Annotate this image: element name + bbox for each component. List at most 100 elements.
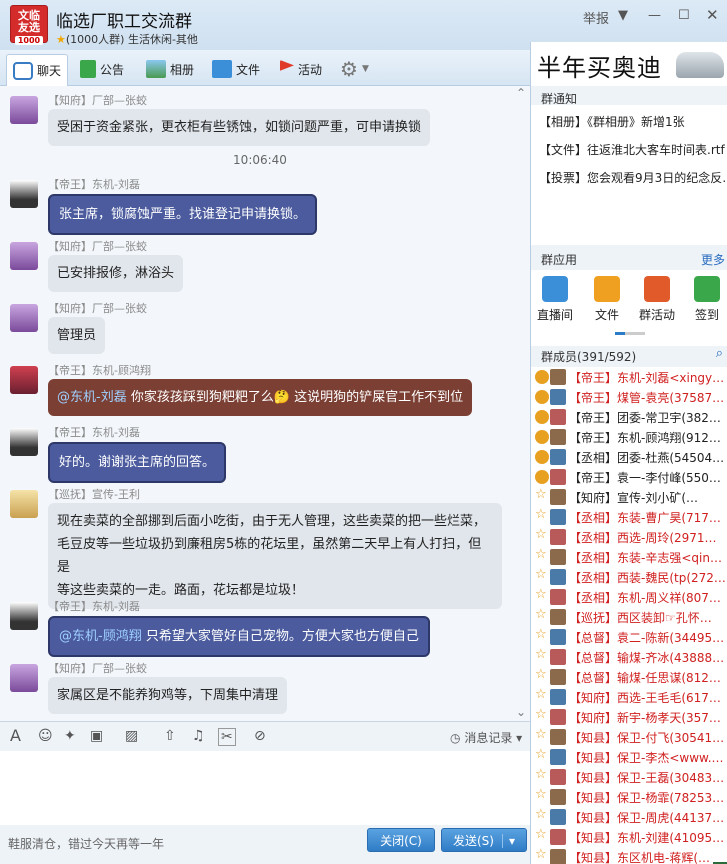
member-item[interactable]: ☆ 【知县】东区机电-蒋辉(… [531,847,727,864]
notice-item[interactable]: 【文件】往返淮北大客车时间表.rtf [539,141,725,158]
menu-dropdown-icon[interactable]: ▼ [618,8,628,23]
avatar[interactable] [10,304,38,332]
ad-banner[interactable]: 半年买奥迪 [531,42,727,86]
tab-files[interactable]: 文件 [206,54,266,84]
member-list[interactable]: 【帝王】东机-刘磊<xingy… 【帝王】煤管-袁亮(37587… 【帝王】团委-常… [531,367,727,864]
member-rank-icon [535,450,549,464]
member-item[interactable]: 【帝王】东机-顾鸿翔(912… [531,427,727,447]
app-files[interactable]: 文件 [585,276,629,323]
avatar[interactable] [10,428,38,456]
member-item[interactable]: ☆ 【知县】保卫-杨霏(78253… [531,787,727,807]
message-history-button[interactable]: ◷ 消息记录 ▾ [450,729,522,746]
star-icon: ☆ [535,727,547,742]
member-item[interactable]: ☆ 【巡抚】西区装卸☞孔怀… [531,607,727,627]
notice-item[interactable]: 【相册】《群相册》新增1张 [539,113,725,130]
search-icon[interactable]: ⌕ [716,346,723,361]
report-link[interactable]: 举报 [583,8,609,27]
photo-icon [146,60,166,78]
clock-icon: ◷ [450,731,461,745]
member-item[interactable]: ☆ 【知府】新宇-杨孝天(357… [531,707,727,727]
message-sender: 【帝王】东机-刘磊 [48,426,140,439]
magic-wand-icon[interactable]: ✦ [64,728,76,744]
member-name: 【总督】输煤-任思谋(812… [569,671,721,685]
close-icon[interactable]: ✕ [706,6,719,24]
member-item[interactable]: ☆ 【丞相】西装-魏民(tp(272… [531,567,727,587]
mention-link[interactable]: @东机-顾鸿翔 [59,629,142,644]
member-item[interactable]: ☆ 【丞相】东装-辛志强<qin… [531,547,727,567]
tab-chat[interactable]: 聊天 [6,54,69,86]
activity-flag-icon [280,60,294,71]
image-icon[interactable]: ▨ [125,728,138,744]
member-name: 【总督】袁二-陈新(34495… [569,631,725,645]
member-item[interactable]: ☆ 【总督】输煤-任思谋(812… [531,667,727,687]
member-item[interactable]: ☆ 【知县】保卫-李杰<www.… [531,747,727,767]
member-item[interactable]: ☆ 【丞相】西选-周玲(2971… [531,527,727,547]
app-live[interactable]: 直播间 [533,276,577,323]
member-item[interactable]: ☆ 【丞相】东机-周义祥(807… [531,587,727,607]
signature-text[interactable]: 鞋服清仓，错过今天再等一年 [8,835,164,852]
bottom-bar: 鞋服清仓，错过今天再等一年 关闭(C) 发送(S) ▾ [0,825,530,864]
avatar[interactable] [10,490,38,518]
message-sender: 【知府】厂部—张蛟 [48,662,147,675]
maximize-icon[interactable]: ☐ [678,8,690,23]
message-input[interactable] [0,751,530,825]
folder-icon [212,60,232,78]
member-item[interactable]: ☆ 【知府】宣传-刘小矿(… [531,487,727,507]
minimize-icon[interactable]: — [648,8,661,23]
music-icon[interactable]: ♫ [192,728,205,744]
group-avatar[interactable]: 文临 友选 1000 [10,5,48,45]
flag-icon [80,60,96,78]
collapse-down-icon[interactable]: ⌄ [516,705,526,719]
avatar[interactable] [10,366,38,394]
avatar[interactable] [10,180,38,208]
member-item[interactable]: ☆ 【总督】输煤-齐冰(43888… [531,647,727,667]
tab-announcement[interactable]: 公告 [74,54,130,84]
member-item[interactable]: ☆ 【知县】东机-刘建(41095… [531,827,727,847]
member-item[interactable]: 【帝王】东机-刘磊<xingy… [531,367,727,387]
member-name: 【知县】保卫-周虎(44137… [569,811,725,825]
close-button[interactable]: 关闭(C) [367,828,435,852]
screenshot-icon[interactable]: ✂ [218,728,236,746]
member-item[interactable]: ☆ 【知县】保卫-王磊(30483… [531,767,727,787]
send-button[interactable]: 发送(S) ▾ [441,828,527,852]
member-item[interactable]: ☆ 【总督】袁二-陈新(34495… [531,627,727,647]
app-checkin[interactable]: 签到 [685,276,727,323]
member-item[interactable]: 【帝王】煤管-袁亮(37587… [531,387,727,407]
member-item[interactable]: ☆ 【知县】保卫-周虎(44137… [531,807,727,827]
member-name: 【总督】输煤-齐冰(43888… [569,651,725,665]
emoji-icon[interactable]: ☺ [38,728,53,744]
app-label: 文件 [594,308,619,322]
tab-activity[interactable]: 活动 [274,54,328,84]
avatar[interactable] [10,602,38,630]
avatar[interactable] [10,664,38,692]
font-icon[interactable]: A [10,726,21,745]
settings-button[interactable]: ⚙ ▼ [334,54,375,84]
message-sender: 【知府】厂部—张蛟 [48,94,147,107]
member-item[interactable]: ☆ 【知县】保卫-付飞(30541… [531,727,727,747]
app-activity[interactable]: 群活动 [635,276,679,323]
avatar[interactable] [10,242,38,270]
mention-link[interactable]: @东机-刘磊 [57,390,127,405]
collapse-up-icon[interactable]: ⌃ [516,86,526,100]
tab-album[interactable]: 相册 [140,54,200,84]
group-badge-num: 1000 [15,36,43,45]
avatar[interactable] [10,96,38,124]
member-item[interactable]: 【丞相】团委-杜燕(54504… [531,447,727,467]
avatar [550,369,566,385]
member-item[interactable]: 【帝王】袁一-李付峰(550… [531,467,727,487]
avatar [550,389,566,405]
block-icon[interactable]: ⊘ [254,728,266,744]
member-item[interactable]: 【帝王】团委-常卫宇(382… [531,407,727,427]
ad-text: 半年买奥迪 [537,54,662,82]
member-item[interactable]: ☆ 【知府】西选-王毛毛(617… [531,687,727,707]
chat-messages[interactable]: ⌃ 【知府】厂部—张蛟 受困于资金紧张，更衣柜有些锈蚀，如锁问题严重，可申请换锁… [0,86,530,721]
member-name: 【巡抚】西区装卸☞孔怀… [569,611,712,625]
gift-icon[interactable]: ▣ [90,728,103,744]
upload-icon[interactable]: ⇧ [164,728,176,744]
member-item[interactable]: ☆ 【丞相】东装-曹广昊(717… [531,507,727,527]
notice-item[interactable]: 【投票】您会观看9月3日的纪念反… [539,169,725,186]
member-name: 【丞相】西装-魏民(tp(272… [569,571,725,585]
send-options-icon[interactable]: ▾ [501,834,515,848]
apps-more-link[interactable]: 更多 [701,251,725,268]
message-bubble: 张主席，锁腐蚀严重。找谁登记申请换锁。 [48,194,318,235]
